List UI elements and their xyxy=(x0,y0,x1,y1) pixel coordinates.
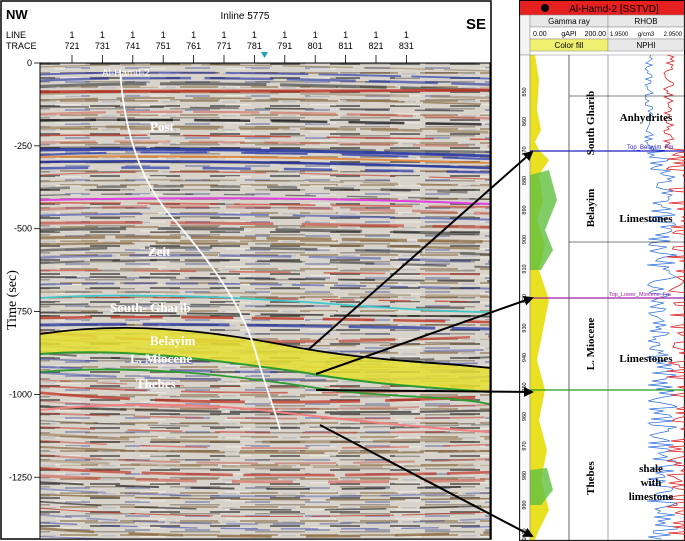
time-tick-label: -250 xyxy=(14,141,32,151)
depth-tick-label: 880 xyxy=(522,176,528,185)
formation-label-post: Post xyxy=(150,119,175,134)
depth-tick-label: 990 xyxy=(522,500,528,509)
track2-unit: g/cm3 xyxy=(638,32,655,38)
trace-tick-label: 741 xyxy=(125,41,140,51)
track1-name: Gamma ray xyxy=(548,17,590,26)
depth-tick-label: 980 xyxy=(522,471,528,480)
line-tick-label: 1 xyxy=(100,30,105,40)
line-tick-label: 1 xyxy=(343,30,348,40)
top-lower-miocene-label: Top_Lower_Miocene_Fm xyxy=(609,292,671,298)
zone-lithology-anhydrites: Anhydrites xyxy=(620,112,673,124)
zone-formation-thebes: Thebes xyxy=(585,460,597,494)
zone-lithology-limestones-2: Limestones xyxy=(619,353,673,365)
depth-tick-label: 850 xyxy=(522,87,528,96)
time-tick-label: -1000 xyxy=(9,389,32,399)
zone-lithology-limestones-1: Limestones xyxy=(619,213,673,225)
formation-label-zeit: Zeit xyxy=(148,244,171,259)
time-tick-label: 0 xyxy=(27,58,32,68)
track1-min: 0.00 xyxy=(533,31,547,38)
track1-fill-label: Color fill xyxy=(555,41,584,50)
track2-max: 2.9500 xyxy=(664,32,683,38)
inline-title: Inline 5775 xyxy=(221,11,270,22)
time-tick-label: -1250 xyxy=(9,472,32,482)
track1-unit: gAPI xyxy=(561,31,576,38)
nw-label: NW xyxy=(6,7,28,22)
depth-tick-label: 960 xyxy=(522,412,528,421)
well-log-title: Al-Hamd-2 [SSTVD] xyxy=(569,4,659,15)
trace-tick-label: 821 xyxy=(368,41,383,51)
zone-formation-l-miocene: L. Miocene xyxy=(585,318,597,371)
depth-tick-label: 930 xyxy=(522,323,528,332)
track2-min: 1.9500 xyxy=(610,32,629,38)
trace-tick-label: 811 xyxy=(338,41,352,51)
well-symbol-icon xyxy=(541,4,549,12)
depth-tick-label: 910 xyxy=(522,264,528,273)
depth-tick-label: 1000 xyxy=(522,528,528,540)
depth-tick-label: 920 xyxy=(522,294,528,303)
formation-label-l-miocene: L. Miocene xyxy=(130,351,192,366)
trace-tick-label: 801 xyxy=(308,41,323,51)
trace-tick-label: 731 xyxy=(95,41,110,51)
line-label: LINE xyxy=(6,30,26,40)
line-tick-label: 1 xyxy=(404,30,409,40)
track2-name: RHOB xyxy=(634,17,657,26)
seismic-section: NW SE Inline 5775 LINE TRACE 17211731174… xyxy=(0,0,492,540)
trace-tick-label: 761 xyxy=(186,41,201,51)
trace-tick-label: 781 xyxy=(247,41,262,51)
depth-tick-label: 860 xyxy=(522,117,528,126)
trace-tick-label: 751 xyxy=(156,41,171,51)
depth-tick-label: 970 xyxy=(522,441,528,450)
zone-formation-south-gharib: South Gharib xyxy=(585,91,597,156)
line-tick-label: 1 xyxy=(313,30,318,40)
line-tick-label: 1 xyxy=(130,30,135,40)
trace-tick-label: 771 xyxy=(216,41,231,51)
line-tick-label: 1 xyxy=(191,30,196,40)
well-name-label: Al-Hamd-2 xyxy=(102,68,150,79)
time-tick-label: -500 xyxy=(14,224,32,234)
line-tick-label: 1 xyxy=(221,30,226,40)
line-tick-label: 1 xyxy=(161,30,166,40)
trace-tick-label: 721 xyxy=(64,41,79,51)
trace-tick-label: 791 xyxy=(277,41,292,51)
depth-tick-label: 940 xyxy=(522,353,528,362)
formation-label-south-gharib: South- Gharib xyxy=(110,300,191,315)
depth-tick-label: 870 xyxy=(522,146,528,155)
seismic-image xyxy=(40,63,490,539)
formation-label-thebes: Thebes xyxy=(136,376,176,391)
depth-tick-label: 890 xyxy=(522,205,528,214)
depth-tick-label: 950 xyxy=(522,382,528,391)
track1-max: 200.00 xyxy=(585,31,607,38)
se-label: SE xyxy=(466,16,486,33)
depth-tick-label: 900 xyxy=(522,235,528,244)
track2-sub-name: NPHI xyxy=(636,41,655,50)
trace-label: TRACE xyxy=(6,41,37,51)
top-belayim-label: Top_Belayim_Fm xyxy=(627,145,673,151)
line-tick-label: 1 xyxy=(69,30,74,40)
y-axis-title: Time (sec) xyxy=(5,270,20,330)
well-log-panel: Al-Hamd-2 [SSTVD] Gamma ray RHOB 0.00 gA… xyxy=(519,0,685,541)
formation-label-belayim: Belayim xyxy=(150,333,196,348)
zone-formation-belayim: Belayim xyxy=(585,189,597,228)
line-tick-label: 1 xyxy=(373,30,378,40)
line-tick-label: 1 xyxy=(282,30,287,40)
line-tick-label: 1 xyxy=(252,30,257,40)
trace-tick-label: 831 xyxy=(399,41,414,51)
